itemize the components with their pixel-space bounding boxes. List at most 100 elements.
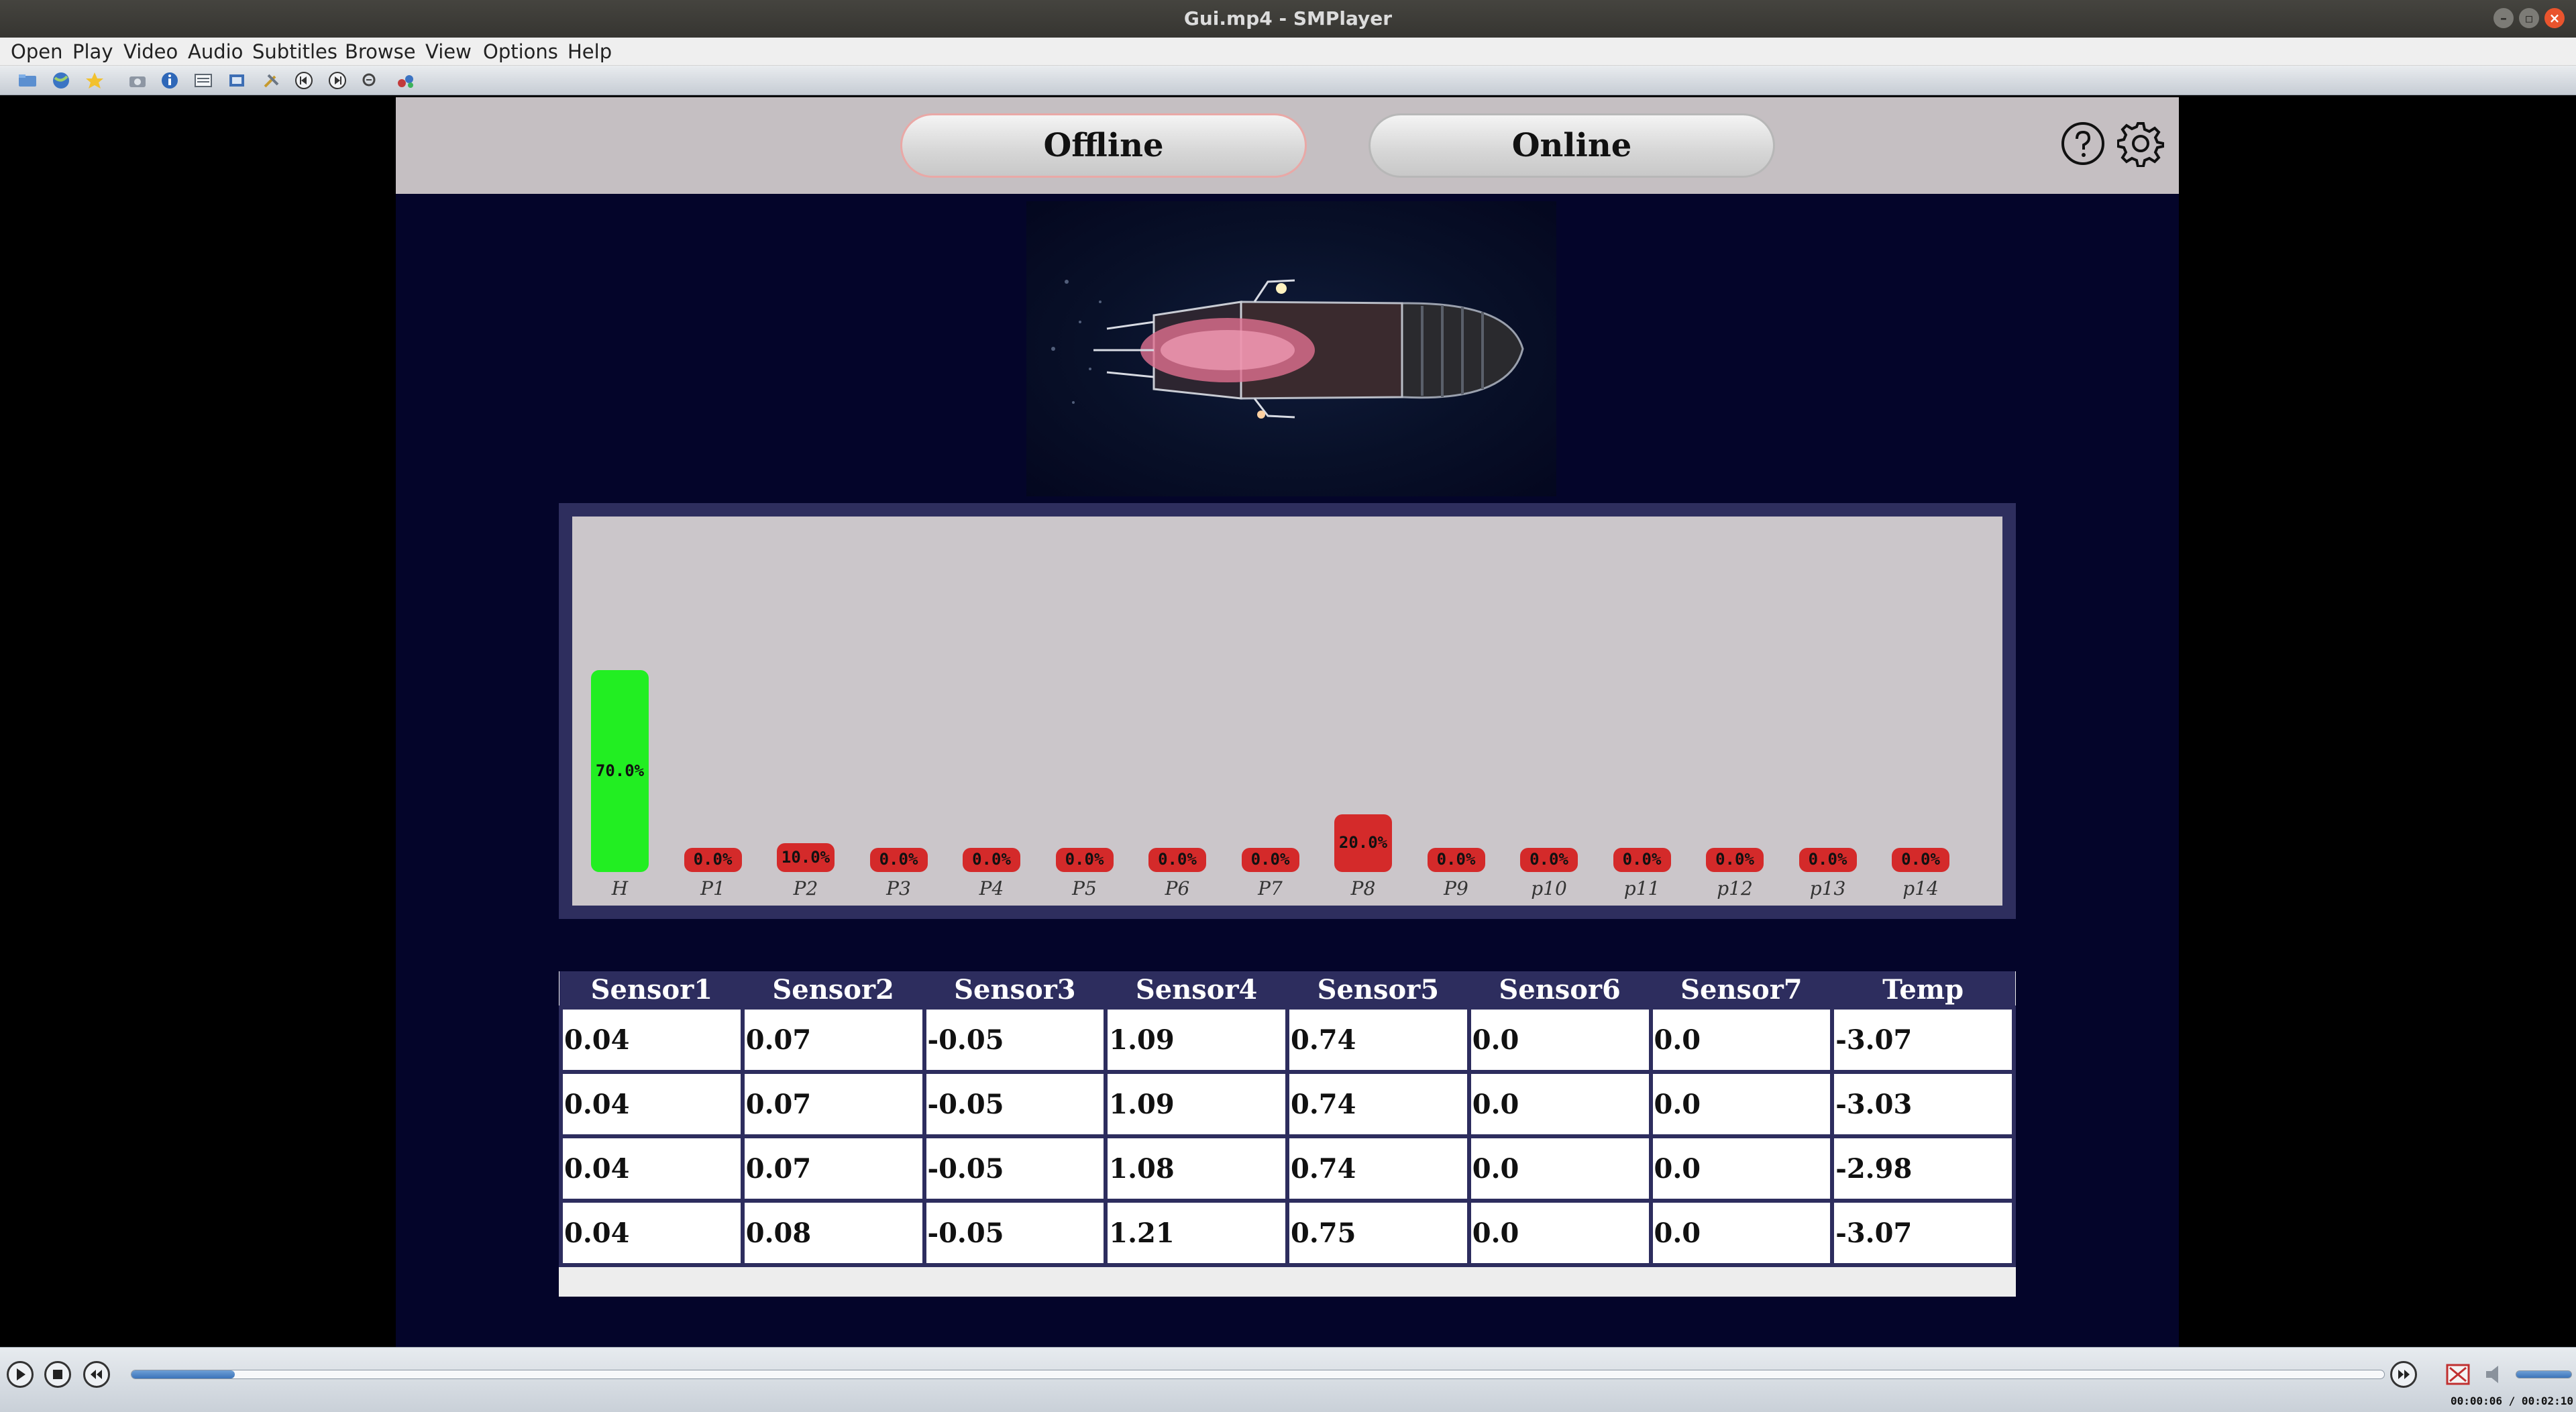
column-header-sensor3[interactable]: Sensor3 — [923, 971, 1108, 1009]
table-cell[interactable]: 0.07 — [740, 1006, 926, 1074]
fullscreen-icon[interactable] — [2445, 1362, 2471, 1387]
question-icon[interactable] — [2059, 120, 2106, 167]
table-cell[interactable]: 0.04 — [559, 1006, 745, 1074]
table-cell[interactable]: 0.0 — [1466, 1134, 1653, 1203]
table-cell[interactable]: 0.07 — [740, 1134, 926, 1203]
table-cell[interactable]: 1.21 — [1104, 1199, 1289, 1267]
table-row: 0.04 0.07 -0.05 1.09 0.74 0.0 0.0 -3.07 — [559, 1006, 2016, 1074]
bar-value-label: 20.0% — [1338, 833, 1388, 852]
bar-value-label: 0.0% — [1250, 850, 1290, 869]
volume-slider[interactable] — [2516, 1370, 2572, 1378]
previous-icon[interactable] — [294, 71, 314, 90]
menu-view[interactable]: View — [425, 38, 472, 66]
audio-track-icon[interactable] — [396, 71, 416, 90]
playlist-icon[interactable] — [193, 71, 213, 90]
open-url-icon[interactable] — [51, 71, 71, 90]
column-header-temp[interactable]: Temp — [1831, 971, 2015, 1009]
table-cell[interactable]: 0.74 — [1285, 1006, 1471, 1074]
category-label: p14 — [1902, 877, 1939, 900]
preferences-icon[interactable] — [262, 71, 282, 90]
table-cell[interactable]: 0.0 — [1648, 1006, 1835, 1074]
table-cell[interactable]: 0.0 — [1466, 1199, 1653, 1267]
table-cell[interactable]: -0.05 — [922, 1134, 1108, 1203]
table-cell[interactable]: -0.05 — [922, 1070, 1108, 1138]
bar-value-label: 70.0% — [595, 761, 645, 780]
table-cell[interactable]: 0.74 — [1285, 1070, 1471, 1138]
category-label: P7 — [1258, 877, 1283, 900]
category-label: P9 — [1444, 877, 1468, 900]
table-cell[interactable]: 1.09 — [1104, 1070, 1289, 1138]
close-button[interactable]: × — [2544, 8, 2565, 28]
title-bar: Gui.mp4 - SMPlayer – ▫ × — [0, 0, 2576, 38]
favorites-icon[interactable] — [85, 71, 105, 90]
column-header-sensor5[interactable]: Sensor5 — [1286, 971, 1470, 1009]
gear-icon[interactable] — [2117, 120, 2164, 167]
table-cell[interactable]: 0.0 — [1648, 1070, 1835, 1138]
next-icon[interactable] — [327, 71, 347, 90]
table-cell[interactable]: 0.08 — [740, 1199, 926, 1267]
bar-value-label: 0.0% — [1436, 850, 1476, 869]
minimize-button[interactable]: – — [2493, 8, 2514, 28]
table-cell[interactable]: -3.07 — [1830, 1006, 2016, 1074]
menu-browse[interactable]: Browse — [345, 38, 416, 66]
table-cell[interactable]: 0.07 — [740, 1070, 926, 1138]
menu-open[interactable]: Open — [11, 38, 62, 66]
table-cell[interactable]: 0.04 — [559, 1070, 745, 1138]
table-cell[interactable]: -3.03 — [1830, 1070, 2016, 1138]
column-header-sensor2[interactable]: Sensor2 — [741, 971, 926, 1009]
tab-online[interactable]: Online — [1368, 113, 1775, 178]
column-header-sensor4[interactable]: Sensor4 — [1104, 971, 1289, 1009]
sensor-table: Sensor1 Sensor2 Sensor3 Sensor4 Sensor5 Senso… — [559, 971, 2016, 1267]
zoom-icon[interactable] — [361, 71, 381, 90]
table-cell[interactable]: 0.04 — [559, 1199, 745, 1267]
menu-subtitles[interactable]: Subtitles — [252, 38, 337, 66]
volume-icon[interactable] — [2482, 1362, 2509, 1387]
maximize-button[interactable]: ▫ — [2519, 8, 2539, 28]
table-cell[interactable]: 1.08 — [1104, 1134, 1289, 1203]
bar-value-label: 0.0% — [1715, 850, 1754, 869]
table-row: 0.04 0.08 -0.05 1.21 0.75 0.0 0.0 -3.07 — [559, 1199, 2016, 1267]
table-cell[interactable]: -0.05 — [922, 1199, 1108, 1267]
bar-value-label: 0.0% — [1901, 850, 1940, 869]
menu-options[interactable]: Options — [483, 38, 558, 66]
menu-play[interactable]: Play — [72, 38, 113, 66]
menu-audio[interactable]: Audio — [188, 38, 243, 66]
column-header-sensor7[interactable]: Sensor7 — [1650, 971, 1834, 1009]
bar-value-label: 10.0% — [781, 847, 830, 867]
table-cell[interactable]: 0.0 — [1466, 1070, 1653, 1138]
table-cell[interactable]: 0.0 — [1648, 1199, 1835, 1267]
menu-video[interactable]: Video — [123, 38, 178, 66]
stop-icon — [53, 1370, 62, 1379]
screenshot-icon[interactable] — [127, 71, 148, 90]
rewind-button[interactable] — [83, 1361, 110, 1388]
info-icon[interactable] — [160, 71, 180, 90]
table-cell[interactable]: 0.04 — [559, 1134, 745, 1203]
table-cell[interactable]: -2.98 — [1830, 1134, 2016, 1203]
table-cell[interactable]: -3.07 — [1830, 1199, 2016, 1267]
menu-help[interactable]: Help — [568, 38, 612, 66]
column-header-sensor6[interactable]: Sensor6 — [1468, 971, 1652, 1009]
bar-value-label: 0.0% — [693, 850, 733, 869]
table-cell[interactable]: 1.09 — [1104, 1006, 1289, 1074]
table-cell[interactable]: 0.0 — [1466, 1006, 1653, 1074]
category-label: P1 — [700, 877, 725, 900]
seek-progress — [131, 1370, 235, 1378]
forward-icon — [2398, 1370, 2410, 1379]
column-header-sensor1[interactable]: Sensor1 — [559, 971, 744, 1009]
category-label: H — [611, 877, 629, 900]
tab-offline[interactable]: Offline — [900, 113, 1307, 178]
table-cell[interactable]: 0.0 — [1648, 1134, 1835, 1203]
open-file-icon[interactable] — [17, 71, 38, 90]
window-size-icon[interactable] — [227, 71, 247, 90]
seek-bar[interactable] — [131, 1370, 2385, 1379]
table-cell[interactable]: -0.05 — [922, 1006, 1108, 1074]
forward-button[interactable] — [2390, 1361, 2417, 1388]
play-button[interactable] — [7, 1361, 34, 1388]
table-row: 0.04 0.07 -0.05 1.09 0.74 0.0 0.0 -3.03 — [559, 1070, 2016, 1138]
table-cell[interactable]: 0.75 — [1285, 1199, 1471, 1267]
category-label: P8 — [1350, 877, 1376, 900]
table-cell[interactable]: 0.74 — [1285, 1134, 1471, 1203]
category-label: P3 — [886, 877, 911, 900]
stop-button[interactable] — [44, 1361, 71, 1388]
bar-value-label: 0.0% — [1808, 850, 1847, 869]
